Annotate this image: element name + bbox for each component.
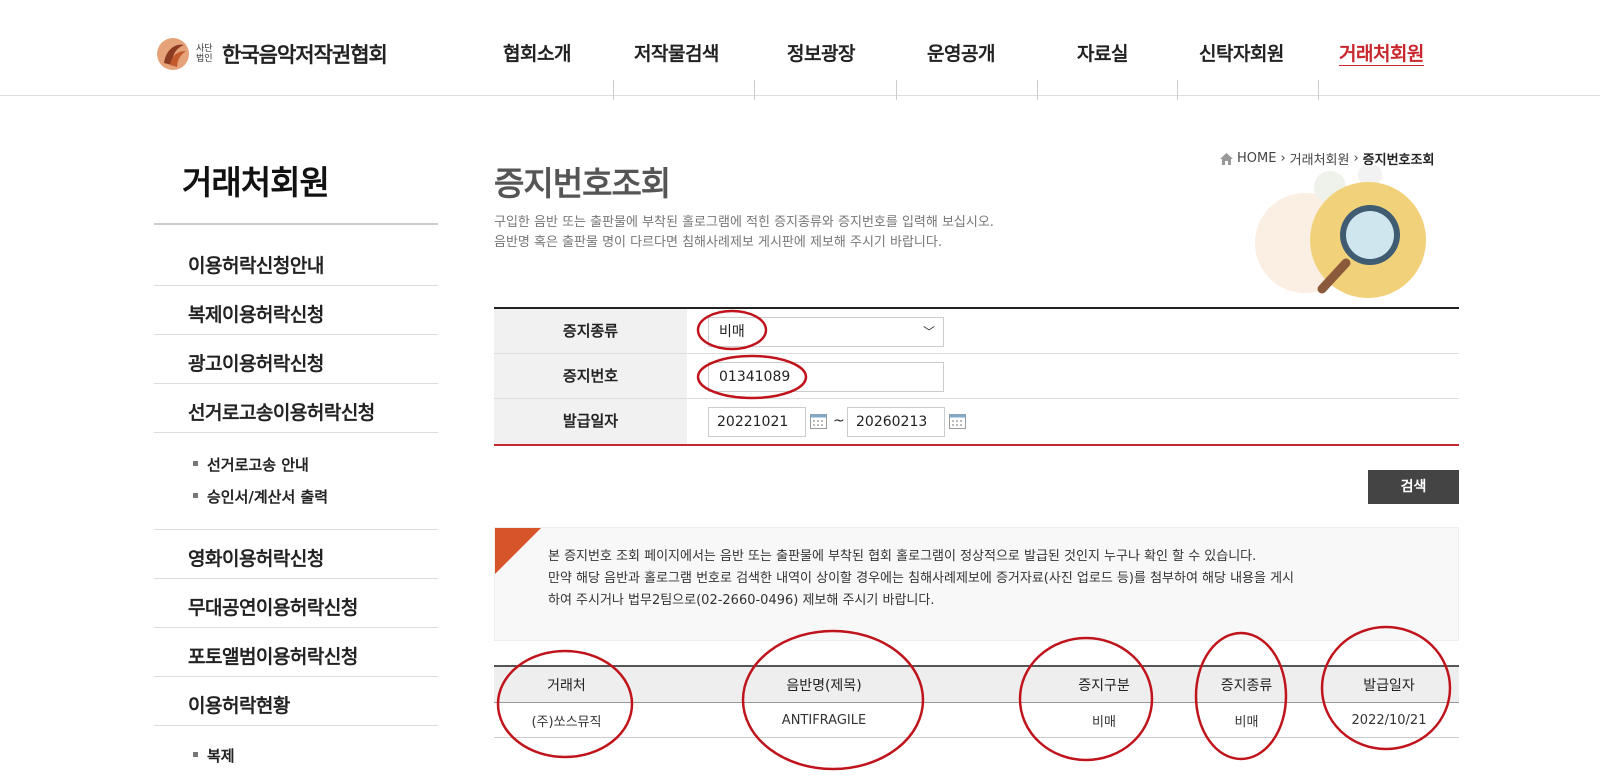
sidebar-title: 거래처회원 <box>182 163 330 202</box>
magnifier-illustration-icon <box>1255 165 1426 298</box>
column-header-stamp-category: 증지구분 <box>1078 677 1130 694</box>
chevron-right-icon: › <box>1280 151 1286 166</box>
nav-divider <box>754 80 755 100</box>
form-row-date: 발급일자 20221021 ~ 20260213 <box>494 399 1459 444</box>
nav-item-about[interactable]: 협회소개 <box>503 36 571 72</box>
nav-item-work-search[interactable]: 저작물검색 <box>634 36 719 72</box>
chevron-down-icon: ﹀ <box>922 325 935 339</box>
sidebar-item-label: 이용허락현황 <box>188 695 290 717</box>
date-from-input[interactable]: 20221021 <box>708 407 806 437</box>
sidebar-divider <box>154 223 438 225</box>
sidebar-subitem-election-guide[interactable]: 선거로고송 안내 <box>193 454 309 475</box>
sidebar-item-label: 이용허락신청안내 <box>188 255 324 277</box>
notice-line: 만약 해당 음반과 홀로그램 번호로 검색한 내역이 상이할 경우에는 침해사례… <box>548 571 1295 586</box>
search-form: 증지종류 비매 ﹀ 증지번호 01341089 발급일자 20221021 ~ … <box>494 307 1459 446</box>
sidebar-item-license-status[interactable]: 이용허락현황 <box>154 677 438 726</box>
stamp-type-label: 증지종류 <box>494 309 687 353</box>
sidebar-item-label: 무대공연이용허락신청 <box>188 597 358 619</box>
search-button[interactable]: 검색 <box>1368 470 1459 504</box>
cell-album-title: ANTIFRAGILE <box>781 712 867 728</box>
column-header-album-title: 음반명(제목) <box>786 677 862 694</box>
stamp-number-label: 증지번호 <box>494 354 687 398</box>
column-header-issue-date: 발급일자 <box>1363 677 1415 694</box>
breadcrumb-home[interactable]: HOME <box>1237 151 1276 166</box>
sidebar-item-label: 영화이용허락신청 <box>188 548 324 570</box>
stamp-type-value: 비매 <box>719 324 745 340</box>
notice-line: 하여 주시거나 법무2팀으로(02-2660-0496) 제보해 주시기 바랍니… <box>548 593 935 608</box>
nav-item-client-members[interactable]: 거래처회원 <box>1339 36 1424 72</box>
chevron-right-icon: › <box>1353 151 1359 166</box>
sidebar-divider <box>154 480 438 530</box>
sidebar-item-photo-album-license[interactable]: 포토앨범이용허락신청 <box>154 628 438 677</box>
nav-item-disclosure[interactable]: 운영공개 <box>927 36 995 72</box>
main-nav: 협회소개 저작물검색 정보광장 운영공개 자료실 신탁자회원 거래처회원 <box>0 36 1600 100</box>
issue-date-label: 발급일자 <box>494 399 687 444</box>
page-description-line: 음반명 혹은 출판물 명이 다르다면 침해사례제보 게시판에 제보해 주시기 바… <box>494 235 942 250</box>
stamp-number-input[interactable]: 01341089 <box>708 362 944 392</box>
form-row-type: 증지종류 비매 ﹀ <box>494 309 1459 354</box>
date-to-input[interactable]: 20260213 <box>847 407 945 437</box>
table-row: (주)쏘스뮤직 ANTIFRAGILE 비매 비매 2022/10/21 <box>494 703 1459 738</box>
notice-corner-decoration <box>495 528 541 574</box>
form-row-number: 증지번호 01341089 <box>494 354 1459 399</box>
page-title: 증지번호조회 <box>494 164 671 203</box>
column-header-client: 거래처 <box>547 677 586 694</box>
nav-item-trust-members[interactable]: 신탁자회원 <box>1199 36 1284 72</box>
sidebar-item-copy-license[interactable]: 복제이용허락신청 <box>154 286 438 335</box>
result-table: 거래처 음반명(제목) 증지구분 증지종류 발급일자 (주)쏘스뮤직 ANTIF… <box>494 665 1459 738</box>
notice-line: 본 증지번호 조회 페이지에서는 음반 또는 출판물에 부착된 협회 홀로그램이… <box>548 549 1257 564</box>
notice-text: 본 증지번호 조회 페이지에서는 음반 또는 출판물에 부착된 협회 홀로그램이… <box>548 546 1438 612</box>
nav-divider <box>896 80 897 100</box>
result-table-header: 거래처 음반명(제목) 증지구분 증지종류 발급일자 <box>494 667 1459 703</box>
sidebar-item-label: 포토앨범이용허락신청 <box>188 646 358 668</box>
page-description: 구입한 음반 또는 출판물에 부착된 홀로그램에 적힌 증지종류와 증지번호를 … <box>494 213 994 253</box>
home-icon <box>1220 152 1233 165</box>
column-header-stamp-type: 증지종류 <box>1220 677 1273 694</box>
cell-stamp-type: 비매 <box>1234 714 1259 730</box>
cell-stamp-category: 비매 <box>1092 714 1116 730</box>
nav-item-info[interactable]: 정보광장 <box>787 36 855 72</box>
nav-divider <box>1037 80 1038 100</box>
sidebar-item-usage-guide[interactable]: 이용허락신청안내 <box>154 237 438 286</box>
sidebar-subitem-copy[interactable]: 복제 <box>193 745 235 766</box>
site-header: 사단법인 한국음악저작권협회 협회소개 저작물검색 정보광장 운영공개 자료실 … <box>0 0 1600 100</box>
page-description-line: 구입한 음반 또는 출판물에 부착된 홀로그램에 적힌 증지종류와 증지번호를 … <box>494 215 994 230</box>
nav-divider <box>1177 80 1178 100</box>
sidebar-item-election-license[interactable]: 선거로고송이용허락신청 <box>154 384 438 433</box>
sidebar-item-performance-license[interactable]: 무대공연이용허락신청 <box>154 579 438 628</box>
sidebar-item-label: 광고이용허락신청 <box>188 353 324 375</box>
nav-divider <box>613 80 614 100</box>
sidebar-item-film-license[interactable]: 영화이용허락신청 <box>154 530 438 579</box>
sidebar-item-ad-license[interactable]: 광고이용허락신청 <box>154 335 438 384</box>
sidebar-item-label: 선거로고송이용허락신청 <box>188 402 375 424</box>
notice-box: 본 증지번호 조회 페이지에서는 음반 또는 출판물에 부착된 협회 홀로그램이… <box>494 527 1459 641</box>
sidebar-item-label: 복제이용허락신청 <box>188 304 324 326</box>
nav-item-archive[interactable]: 자료실 <box>1077 36 1128 72</box>
calendar-icon[interactable] <box>949 413 966 429</box>
calendar-icon[interactable] <box>810 413 827 429</box>
stamp-type-select[interactable]: 비매 ﹀ <box>708 317 944 347</box>
nav-divider <box>1318 80 1319 100</box>
cell-client: (주)쏘스뮤직 <box>531 714 602 730</box>
cell-issue-date: 2022/10/21 <box>1351 712 1427 728</box>
date-range-separator: ~ <box>833 413 845 429</box>
